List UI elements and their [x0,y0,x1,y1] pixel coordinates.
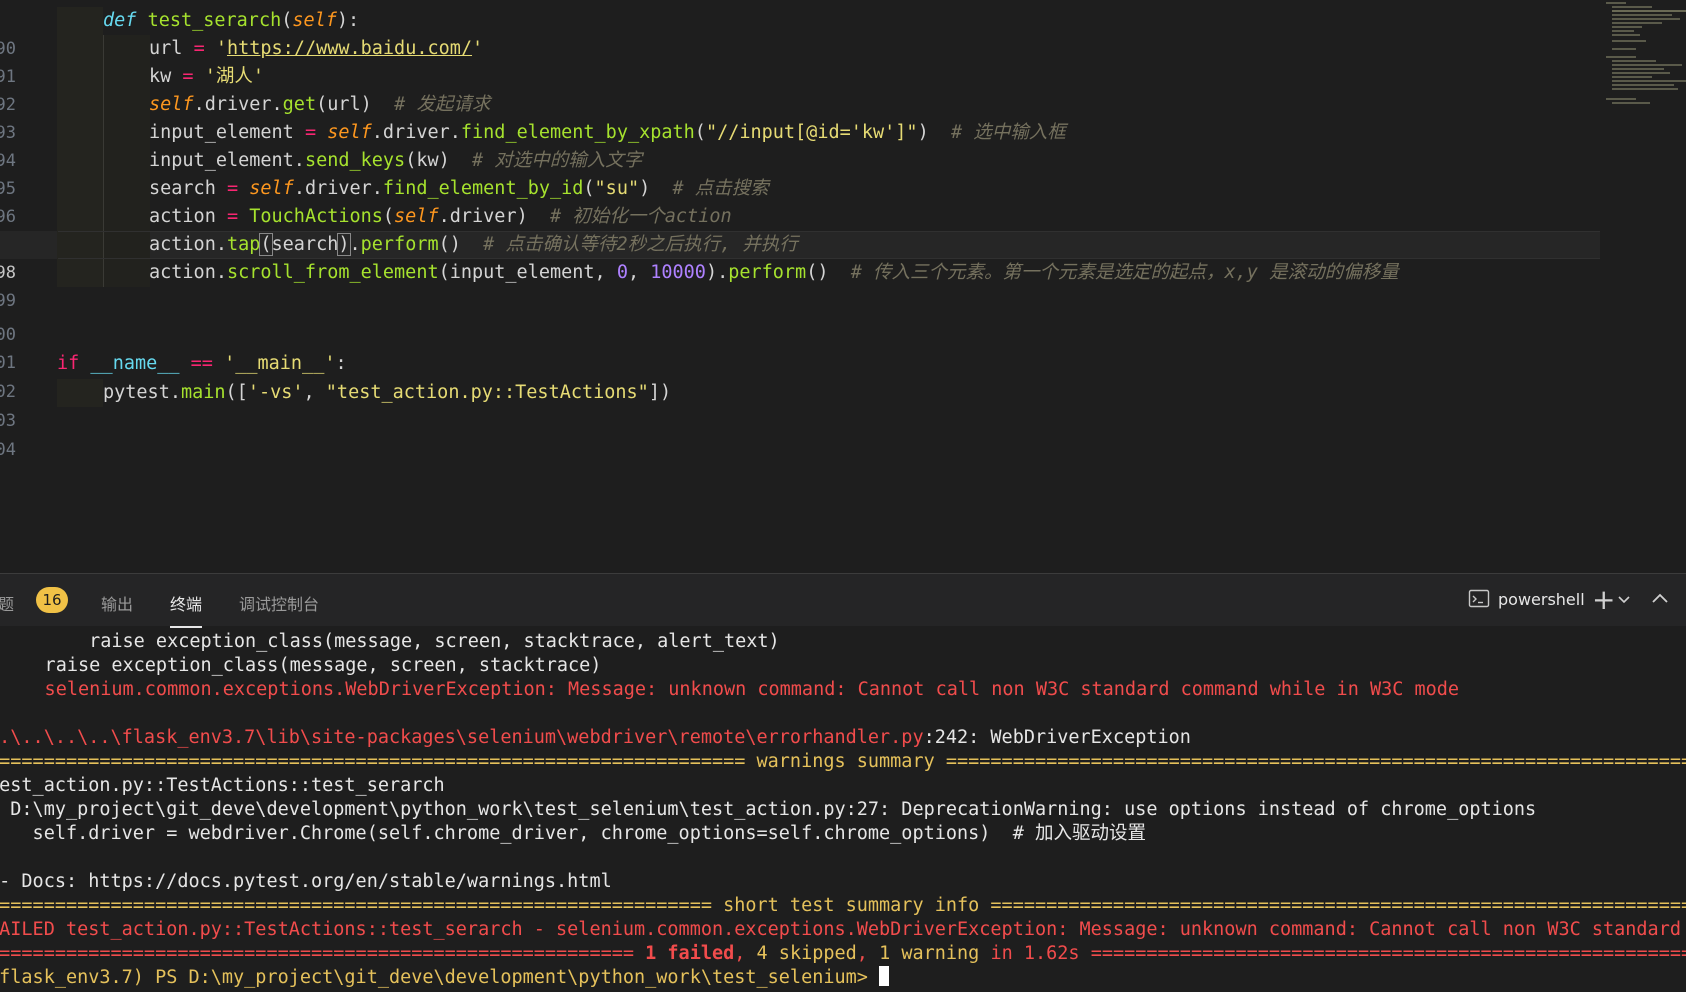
indent-guide [103,119,150,147]
indent-guide [103,231,150,259]
failed-line: FAILED test_action.py::TestActions::test… [0,919,1686,940]
code-text: pytest.main(['-vs', "test_action.py::Tes… [103,382,672,403]
code-line-98[interactable]: 98 action.tap(search).perform() # 点击确认等待… [0,231,1600,283]
code-text: input_element = self.driver.find_element… [149,122,1066,143]
warnings-summary-line: ========================================… [0,751,1686,772]
problems-count-badge: 16 [36,587,68,613]
short-summary-line: ========================================… [0,895,1686,916]
code-text: url = 'https://www.baidu.com/' [149,38,484,59]
terminal-line: raise exception_class(message, screen, s… [0,631,780,652]
code-line-103[interactable]: 03 pytest.main(['-vs', "test_action.py::… [0,379,1600,431]
code-text: input_element.send_keys(kw) # 对选中的输入文字 [149,150,643,171]
terminal-line: self.driver = webdriver.Chrome(self.chro… [0,823,1146,844]
terminal-line: -- Docs: https://docs.pytest.org/en/stab… [0,871,612,892]
new-terminal-plus-icon[interactable]: + [1592,583,1615,616]
code-line-96[interactable]: 96 search = self.driver.find_element_by_… [0,175,1600,227]
panel-header: 问题 16 输出 终端 调试控制台 powershell + [0,574,1686,628]
indent-guide [57,147,103,175]
code-line-93[interactable]: 93 self.driver.get(url) # 发起请求 [0,91,1600,143]
chevron-down-icon[interactable] [1618,595,1630,605]
bottom-panel: 问题 16 输出 终端 调试控制台 powershell + raise exc… [0,573,1686,992]
code-line-90[interactable]: 90 def test_serarch(self): [0,7,1600,59]
terminal-output[interactable]: raise exception_class(message, screen, s… [0,626,1686,992]
minimap[interactable] [1602,0,1686,110]
terminal-cursor [879,966,890,986]
tab-problems[interactable]: 问题 [0,591,14,615]
code-line-91[interactable]: 91 url = 'https://www.baidu.com/' [0,35,1600,87]
tab-debug-console[interactable]: 调试控制台 [239,591,319,615]
tab-terminal[interactable]: 终端 [170,591,203,628]
result-summary-line: ========================================… [0,943,1686,964]
indent-guide [57,175,103,203]
indent-guide [103,203,150,231]
code-text: action = TouchActions(self.driver) # 初始化… [149,206,732,227]
code-line-99[interactable]: 99 action.scroll_from_element(input_elem… [0,259,1600,311]
indent-guide [57,259,103,287]
indent-guide [57,91,103,119]
terminal-prompt[interactable]: (flask_env3.7) PS D:\my_project\git_deve… [0,966,890,990]
terminal-line: D:\my_project\git_deve\development\pytho… [0,799,1537,820]
code-line-95[interactable]: 95 input_element.send_keys(kw) # 对选中的输入文… [0,147,1600,199]
shell-name: powershell [1498,590,1585,609]
code-text: self.driver.get(url) # 发起请求 [149,94,491,115]
indent-guide [103,259,150,287]
indent-guide [103,35,150,63]
indent-guide [57,203,103,231]
terminal-line: ..\..\..\..\flask_env3.7\lib\site-packag… [0,727,1191,748]
code-text: action.scroll_from_element(input_element… [149,262,1399,283]
indent-guide [57,119,103,147]
indent-guide [57,231,103,259]
code-line-94[interactable]: 94 input_element = self.driver.find_elem… [0,119,1600,171]
indent-guide [103,91,150,119]
indent-guide [57,63,103,91]
code-line-97[interactable]: 97 action = TouchActions(self.driver) # … [0,203,1600,255]
indent-guide [57,7,103,35]
line-number: 04 [0,440,16,460]
maximize-panel-chevron-up-icon[interactable] [1652,592,1668,604]
terminal-line: test_action.py::TestActions::test_serarc… [0,775,445,796]
code-text: if __name__ == '__main__': [57,353,347,374]
code-text: kw = '湖人' [149,66,264,87]
indent-guide [57,379,103,407]
code-text: def test_serarch(self): [103,10,360,31]
code-line-104[interactable]: 04 [0,408,1600,460]
tab-output[interactable]: 输出 [101,591,133,615]
code-editor[interactable]: 90 def test_serarch(self): 91 url = 'htt… [0,0,1686,573]
indent-guide [103,147,150,175]
terminal-line: raise exception_class(message, screen, s… [0,655,602,676]
code-line-102[interactable]: 02 if __name__ == '__main__': [0,350,1600,402]
indent-guide [103,175,150,203]
code-line-101[interactable]: 01 [0,321,1600,373]
code-text: search = self.driver.find_element_by_id(… [149,178,769,199]
code-line-100[interactable]: 00 [0,293,1600,345]
indent-guide [57,35,103,63]
terminal-error-line: selenium.common.exceptions.WebDriverExce… [0,679,1460,700]
terminal-icon [1468,589,1490,608]
code-line-92[interactable]: 92 kw = '湖人' [0,63,1600,115]
code-text: action.tap(search).perform() # 点击确认等待2秒之… [149,233,798,256]
url-link: https://www.baidu.com/ [226,38,473,59]
indent-guide [103,63,150,91]
